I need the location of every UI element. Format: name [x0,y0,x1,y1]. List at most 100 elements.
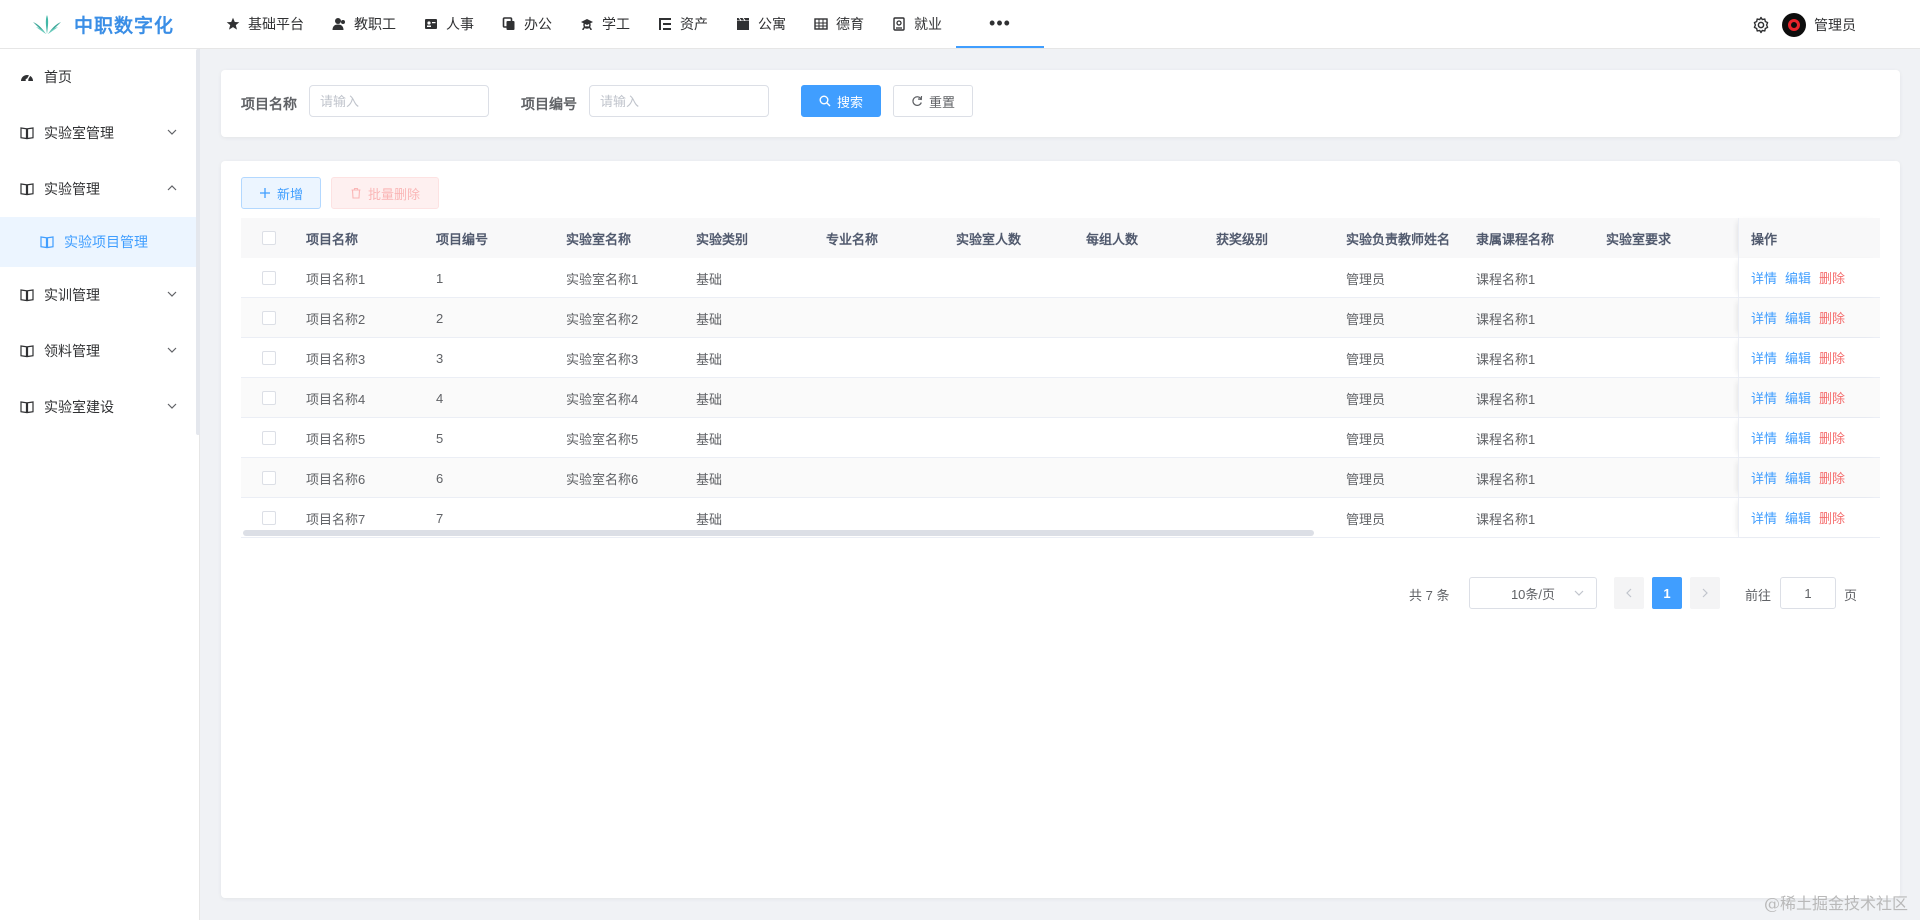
sidebar-subitem-experiment-project[interactable]: 实验项目管理 [0,217,199,267]
column-header[interactable]: 专业名称 [815,218,945,258]
edit-link[interactable]: 编辑 [1785,348,1811,367]
row-checkbox[interactable] [262,471,276,485]
sidebar-item-label: 实验管理 [44,181,100,197]
table-cell: 实验室名称1 [566,271,639,287]
row-checkbox[interactable] [262,511,276,525]
sidebar-item-material-management[interactable]: 领料管理 [0,323,199,379]
row-checkbox[interactable] [262,431,276,445]
sidebar-scrollbar[interactable] [196,49,200,435]
delete-link[interactable]: 删除 [1819,308,1845,327]
edit-link[interactable]: 编辑 [1785,468,1811,487]
delete-link[interactable]: 删除 [1819,268,1845,287]
table-row[interactable]: 项目名称4 4 实验室名称4 基础 管理员 课程名称1 详情 编辑 删除 [241,378,1880,418]
nav-item-employment[interactable]: 就业 [878,0,956,48]
column-header[interactable]: 实验负责教师姓名 [1335,218,1465,258]
nav-item-staff[interactable]: 教职工 [318,0,410,48]
delete-link[interactable]: 删除 [1819,348,1845,367]
page-size-select[interactable]: 10条/页 [1469,577,1597,609]
sidebar-item-training-management[interactable]: 实训管理 [0,267,199,323]
select-all-checkbox[interactable] [262,231,276,245]
table-row[interactable]: 项目名称6 6 实验室名称6 基础 管理员 课程名称1 详情 编辑 删除 [241,458,1880,498]
edit-link[interactable]: 编辑 [1785,428,1811,447]
column-header[interactable]: 实验室要求 [1595,218,1725,258]
table-cell [1595,338,1725,378]
nav-more-button[interactable]: ••• [956,0,1044,48]
nav-item-label: 资产 [680,16,708,32]
detail-link[interactable]: 详情 [1751,468,1777,487]
detail-link[interactable]: 详情 [1751,268,1777,287]
nav-item-label: 公寓 [758,16,786,32]
add-button[interactable]: 新增 [241,177,321,209]
detail-link[interactable]: 详情 [1751,308,1777,327]
column-header[interactable]: 项目编号 [425,218,555,258]
column-header[interactable]: 实验类别 [685,218,815,258]
row-select-cell [241,378,295,418]
delete-link[interactable]: 删除 [1819,508,1845,527]
row-checkbox[interactable] [262,271,276,285]
detail-link[interactable]: 详情 [1751,428,1777,447]
reset-button[interactable]: 重置 [893,85,973,117]
detail-link[interactable]: 详情 [1751,388,1777,407]
table-cell: 实验室名称6 [566,471,639,487]
nav-item-label: 德育 [836,16,864,32]
nav-item-moral-education[interactable]: 德育 [800,0,878,48]
row-select-cell [241,418,295,458]
table-row[interactable]: 项目名称1 1 实验室名称1 基础 管理员 课程名称1 详情 编辑 删除 [241,258,1880,298]
nav-item-base-platform[interactable]: 基础平台 [212,0,318,48]
nav-item-hr[interactable]: 人事 [410,0,488,48]
tree-list-icon [658,17,672,31]
table-cell [1075,338,1205,378]
delete-link[interactable]: 删除 [1819,428,1845,447]
edit-link[interactable]: 编辑 [1785,268,1811,287]
table-cell [815,418,945,458]
sidebar-item-lab-construction[interactable]: 实验室建设 [0,379,199,435]
table-cell: 实验室名称3 [566,351,639,367]
project-code-input[interactable] [589,85,769,117]
column-header[interactable]: 项目名称 [295,218,425,258]
table-cell [1075,418,1205,458]
column-header[interactable]: 每组人数 [1075,218,1205,258]
batch-delete-button[interactable]: 批量删除 [331,177,439,209]
detail-link[interactable]: 详情 [1751,508,1777,527]
nav-item-student-affairs[interactable]: 学工 [566,0,644,48]
goto-page-input[interactable] [1780,577,1836,609]
row-checkbox[interactable] [262,351,276,365]
gear-icon[interactable] [1752,16,1770,34]
nav-item-apartment[interactable]: 公寓 [722,0,800,48]
table-row[interactable]: 项目名称5 5 实验室名称5 基础 管理员 课程名称1 详情 编辑 删除 [241,418,1880,458]
user-name[interactable]: 管理员 [1814,15,1856,35]
table-row[interactable]: 项目名称2 2 实验室名称2 基础 管理员 课程名称1 详情 编辑 删除 [241,298,1880,338]
prev-page-button[interactable] [1614,577,1644,609]
table-cell [1205,458,1335,498]
row-actions: 详情 编辑 删除 [1738,458,1880,497]
row-checkbox[interactable] [262,391,276,405]
column-header[interactable]: 隶属课程名称 [1465,218,1595,258]
column-header[interactable]: 实验室人数 [945,218,1075,258]
column-header[interactable]: 实验室名称 [555,218,685,258]
app-logo[interactable]: 中职数字化 [32,0,174,49]
row-checkbox[interactable] [262,311,276,325]
table-cell [1205,418,1335,458]
edit-link[interactable]: 编辑 [1785,308,1811,327]
sidebar-item-lab-management[interactable]: 实验室管理 [0,105,199,161]
table-cell: 3 [436,350,444,366]
edit-link[interactable]: 编辑 [1785,508,1811,527]
project-name-input[interactable] [309,85,489,117]
column-header[interactable]: 获奖级别 [1205,218,1335,258]
sidebar-item-home[interactable]: 首页 [0,49,199,105]
table-cell: 管理员 [1346,271,1386,287]
avatar[interactable] [1782,12,1806,37]
search-button[interactable]: 搜索 [801,85,881,117]
horizontal-scrollbar[interactable] [243,530,1314,536]
edit-link[interactable]: 编辑 [1785,388,1811,407]
delete-link[interactable]: 删除 [1819,388,1845,407]
next-page-button[interactable] [1690,577,1720,609]
delete-link[interactable]: 删除 [1819,468,1845,487]
detail-link[interactable]: 详情 [1751,348,1777,367]
sidebar-item-experiment-management[interactable]: 实验管理 [0,161,199,217]
table-panel: 新增 批量删除 项目名称 项目编号 实验室名称 实验类别 专业名称 实验室人数 … [221,161,1900,898]
nav-item-office[interactable]: 办公 [488,0,566,48]
page-button-current[interactable]: 1 [1652,577,1682,609]
nav-item-assets[interactable]: 资产 [644,0,722,48]
table-row[interactable]: 项目名称3 3 实验室名称3 基础 管理员 课程名称1 详情 编辑 删除 [241,338,1880,378]
